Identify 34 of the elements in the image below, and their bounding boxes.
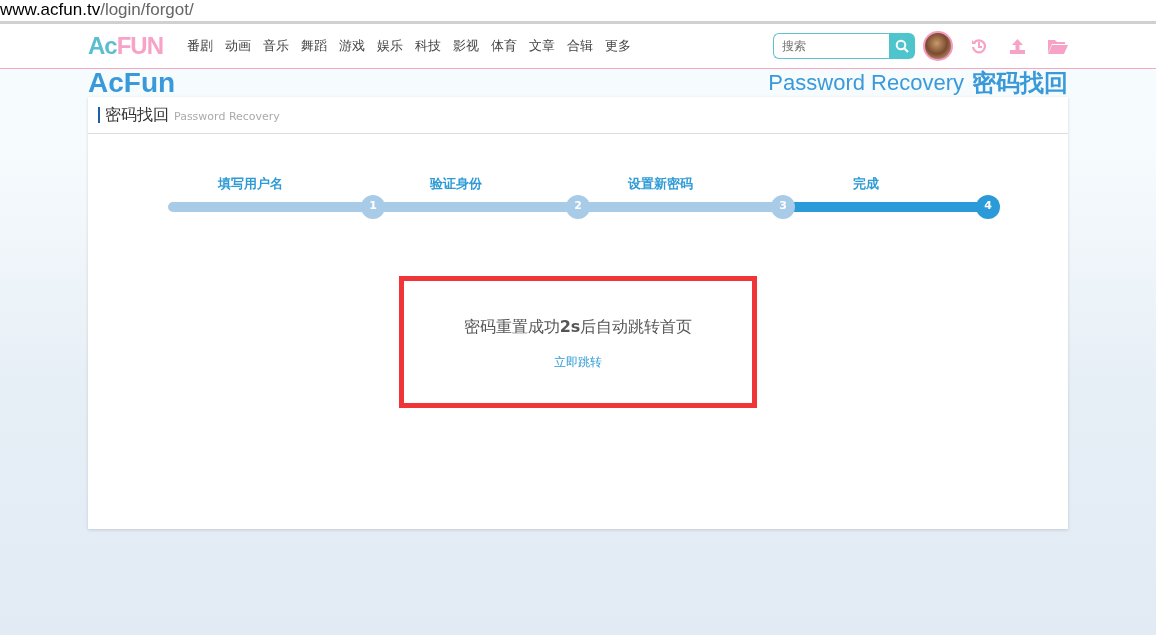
step-label: 填写用户名 bbox=[218, 175, 284, 193]
step-label: 验证身份 bbox=[429, 175, 483, 193]
panel-title: 密码找回 bbox=[98, 107, 169, 123]
step-number: 2 bbox=[566, 194, 590, 219]
nav-link[interactable]: 影视 bbox=[447, 36, 485, 56]
banner-logo: AcFun bbox=[88, 69, 176, 97]
step-number: 3 bbox=[771, 194, 795, 219]
upload-icon[interactable] bbox=[1009, 38, 1026, 54]
nav-link[interactable]: 科技 bbox=[409, 36, 447, 56]
history-icon[interactable] bbox=[971, 38, 987, 54]
nav-link[interactable]: 游戏 bbox=[333, 36, 371, 56]
step-label: 设置新密码 bbox=[628, 175, 694, 193]
nav-link[interactable]: 音乐 bbox=[257, 36, 295, 56]
status-message: 密码重置成功2s后自动跳转首页 bbox=[462, 315, 694, 338]
step-label: 完成 bbox=[852, 175, 880, 193]
step-number: 1 bbox=[361, 194, 385, 219]
nav-link[interactable]: 文章 bbox=[523, 36, 561, 56]
search-field[interactable]: 搜索 bbox=[773, 33, 889, 59]
address-bar[interactable]: www.acfun.tv/login/forgot/ bbox=[0, 0, 1156, 24]
nav-link[interactable]: 动画 bbox=[219, 36, 257, 56]
banner-title: 密码找回 bbox=[972, 69, 1068, 97]
step-number: 4 bbox=[976, 194, 1000, 219]
nav-link[interactable]: 体育 bbox=[485, 36, 523, 56]
nav-link[interactable]: 舞蹈 bbox=[295, 36, 333, 56]
nav-link[interactable]: 番剧 bbox=[181, 36, 219, 56]
banner-title: Password Recovery bbox=[768, 69, 964, 97]
search-icon bbox=[895, 39, 909, 53]
search-button[interactable] bbox=[889, 33, 915, 59]
nav-link[interactable]: 合辑 bbox=[561, 36, 599, 56]
nav-link[interactable]: 更多 bbox=[599, 36, 637, 56]
panel-subtitle: Password Recovery bbox=[174, 108, 280, 125]
nav-link[interactable]: 娱乐 bbox=[371, 36, 409, 56]
folder-icon[interactable] bbox=[1048, 38, 1068, 54]
avatar[interactable] bbox=[923, 31, 953, 61]
